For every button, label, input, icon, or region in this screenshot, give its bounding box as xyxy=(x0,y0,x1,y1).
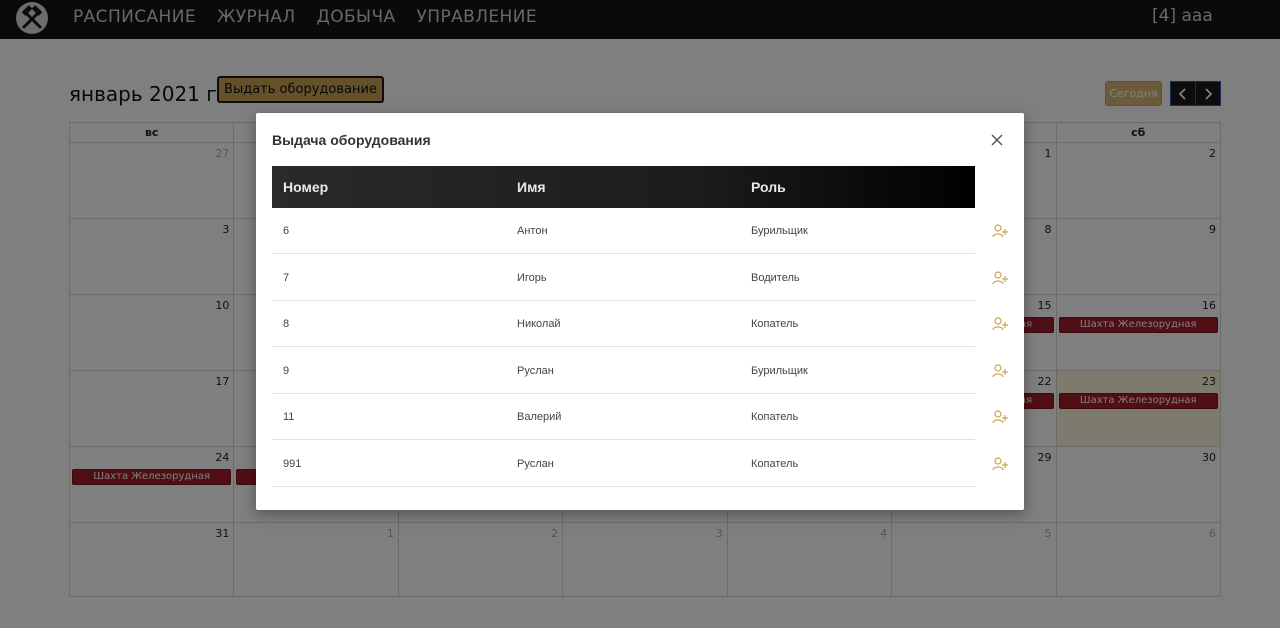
table-row: 7 Игорь Водитель xyxy=(272,255,975,301)
table-row: 991 Руслан Копатель xyxy=(272,441,975,487)
add-user-icon[interactable] xyxy=(992,457,1008,471)
column-header-name: Имя xyxy=(517,179,546,195)
cell-number: 7 xyxy=(283,271,290,284)
cell-name: Игорь xyxy=(517,271,547,284)
modal-title: Выдача оборудования xyxy=(272,132,431,148)
cell-role: Копатель xyxy=(751,411,799,424)
table-row: 6 Антон Бурильщик xyxy=(272,208,975,254)
cell-number: 8 xyxy=(283,318,290,331)
table-row: 8 Николай Копатель xyxy=(272,301,975,348)
cell-name: Руслан xyxy=(517,364,554,377)
table-header: Номер Имя Роль xyxy=(272,166,975,208)
cell-role: Копатель xyxy=(751,458,799,470)
cell-role: Водитель xyxy=(751,271,800,284)
add-user-icon[interactable] xyxy=(992,224,1008,238)
cell-number: 11 xyxy=(283,411,295,424)
cell-number: 991 xyxy=(283,458,302,470)
cell-number: 6 xyxy=(283,225,290,237)
table-row: 11 Валерий Копатель xyxy=(272,394,975,441)
cell-name: Николай xyxy=(517,318,561,331)
add-user-icon[interactable] xyxy=(992,317,1008,331)
add-user-icon[interactable] xyxy=(992,270,1008,285)
cell-role: Бурильщик xyxy=(751,225,808,237)
cell-name: Руслан xyxy=(517,458,554,470)
cell-role: Копатель xyxy=(751,318,799,331)
close-icon[interactable] xyxy=(990,133,1004,147)
add-user-icon[interactable] xyxy=(992,410,1008,424)
issue-equipment-modal: Выдача оборудования Номер Имя Роль 6 Анто… xyxy=(256,113,1024,510)
cell-role: Бурильщик xyxy=(751,364,808,377)
column-header-number: Номер xyxy=(283,179,329,195)
cell-name: Валерий xyxy=(517,411,562,424)
cell-name: Антон xyxy=(517,225,548,237)
cell-number: 9 xyxy=(283,364,290,377)
add-user-icon[interactable] xyxy=(992,364,1008,378)
table-row: 9 Руслан Бурильщик xyxy=(272,348,975,394)
column-header-role: Роль xyxy=(751,179,786,195)
